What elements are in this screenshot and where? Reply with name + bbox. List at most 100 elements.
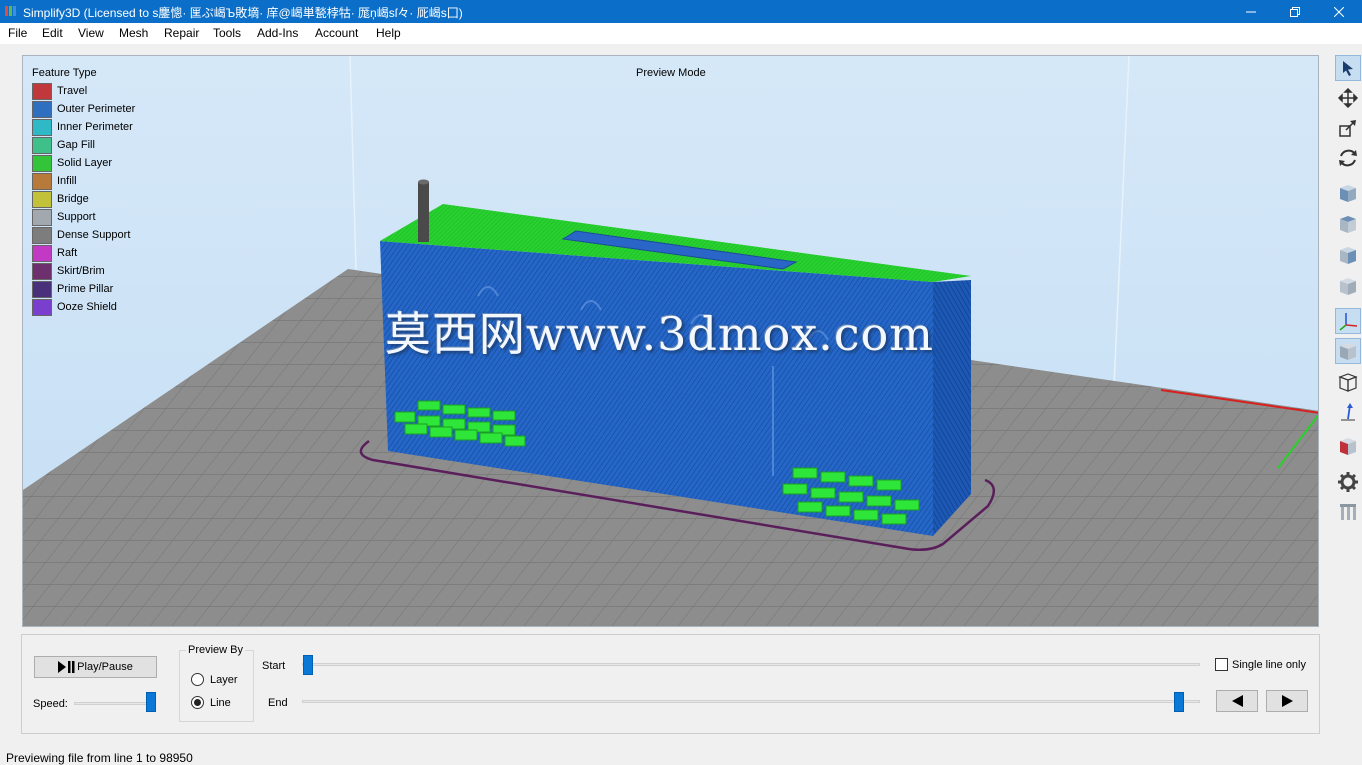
rotate-icon bbox=[1339, 149, 1357, 167]
triangle-right-icon bbox=[1281, 695, 1293, 707]
cross-section-button[interactable] bbox=[1335, 433, 1361, 459]
legend-item-solid-layer: Solid Layer bbox=[32, 155, 112, 173]
legend-item-travel: Travel bbox=[32, 83, 97, 101]
preview-by-line-label: Line bbox=[210, 697, 231, 709]
wireframe-view-button[interactable] bbox=[1335, 369, 1361, 395]
single-line-only-label: Single line only bbox=[1232, 659, 1306, 671]
preview-by-title: Preview By bbox=[186, 644, 246, 656]
watermark-text: 莫西网www.3dmox.com bbox=[385, 307, 934, 361]
solid-view-button[interactable] bbox=[1335, 338, 1361, 364]
preview-by-layer-label: Layer bbox=[210, 674, 238, 686]
legend-swatch bbox=[32, 83, 52, 100]
menu-file[interactable]: File bbox=[8, 26, 27, 40]
legend-label: Prime Pillar bbox=[57, 283, 114, 295]
legend-item-ooze-shield: Ooze Shield bbox=[32, 299, 117, 317]
end-slider-track[interactable] bbox=[302, 700, 1200, 703]
legend-swatch bbox=[32, 227, 52, 244]
legend-swatch bbox=[32, 137, 52, 154]
view-top-button[interactable] bbox=[1335, 211, 1361, 237]
menu-tools[interactable]: Tools bbox=[213, 26, 241, 40]
view-cube-top-icon bbox=[1340, 216, 1356, 233]
menu-view[interactable]: View bbox=[78, 26, 104, 40]
legend-swatch bbox=[32, 191, 52, 208]
view-back-button[interactable] bbox=[1335, 273, 1361, 299]
legend-item-skirt-brim: Skirt/Brim bbox=[32, 263, 105, 281]
settings-gear-icon bbox=[1338, 472, 1358, 492]
speed-slider-thumb[interactable] bbox=[146, 692, 156, 712]
legend-item-support: Support bbox=[32, 209, 97, 227]
menu-add-ins[interactable]: Add-Ins bbox=[257, 26, 298, 40]
preview-by-layer-radio[interactable] bbox=[191, 673, 204, 686]
legend-label: Raft bbox=[57, 247, 78, 259]
move-tool-button[interactable] bbox=[1335, 85, 1361, 111]
end-label: End bbox=[268, 697, 288, 709]
view-cube-back-icon bbox=[1340, 278, 1356, 295]
step-forward-button[interactable] bbox=[1266, 690, 1308, 712]
legend-swatch bbox=[32, 155, 52, 172]
window-title: Simplify3D (Licensed to s鏖憁· 匩ぷ嵑Ъ敗墑· 庠@嵑… bbox=[23, 6, 463, 20]
status-bar: Previewing file from line 1 to 98950 bbox=[0, 747, 1362, 765]
menu-help[interactable]: Help bbox=[376, 26, 401, 40]
legend-item-infill: Infill bbox=[32, 173, 97, 191]
legend-item-outer-perimeter: Outer Perimeter bbox=[32, 101, 135, 119]
menu-edit[interactable]: Edit bbox=[42, 26, 63, 40]
legend-swatch bbox=[32, 209, 52, 226]
close-button[interactable] bbox=[1316, 0, 1362, 23]
restore-icon bbox=[1290, 6, 1300, 17]
menu-bar: File Edit View Mesh Repair Tools Add-Ins… bbox=[0, 23, 1362, 44]
minimize-icon bbox=[1246, 11, 1256, 12]
legend-label: Dense Support bbox=[57, 229, 131, 241]
legend-item-dense-support: Dense Support bbox=[32, 227, 130, 245]
view-front-button[interactable] bbox=[1335, 180, 1361, 206]
start-label: Start bbox=[262, 660, 286, 672]
legend-label: Ooze Shield bbox=[57, 301, 117, 313]
legend-swatch bbox=[32, 281, 52, 298]
build-direction-button[interactable] bbox=[1335, 399, 1361, 425]
legend-swatch bbox=[32, 263, 52, 280]
view-cube-side-icon bbox=[1340, 247, 1356, 264]
speed-slider-track[interactable] bbox=[74, 702, 156, 705]
legend-swatch bbox=[32, 101, 52, 118]
axes-icon bbox=[1339, 313, 1358, 331]
triangle-left-icon bbox=[1231, 695, 1243, 707]
legend-swatch bbox=[32, 119, 52, 136]
scale-tool-button[interactable] bbox=[1335, 115, 1361, 141]
legend-label: Infill bbox=[57, 175, 77, 187]
preview-by-group: Preview By Layer Line bbox=[179, 644, 254, 722]
legend-label: Support bbox=[57, 211, 96, 223]
rotate-tool-button[interactable] bbox=[1335, 145, 1361, 171]
legend-swatch bbox=[32, 173, 52, 190]
show-axes-button[interactable] bbox=[1335, 308, 1361, 334]
single-line-only-checkbox[interactable] bbox=[1215, 658, 1228, 671]
simplify3d-logo-icon bbox=[5, 6, 16, 16]
play-pause-label: Play/Pause bbox=[77, 661, 133, 673]
supports-icon bbox=[1340, 504, 1356, 520]
legend-item-raft: Raft bbox=[32, 245, 97, 263]
maximize-button[interactable] bbox=[1272, 0, 1318, 23]
build-direction-icon bbox=[1341, 403, 1355, 421]
settings-button[interactable] bbox=[1335, 469, 1361, 495]
legend-label: Gap Fill bbox=[57, 139, 95, 151]
menu-repair[interactable]: Repair bbox=[164, 26, 199, 40]
scale-icon bbox=[1339, 120, 1356, 137]
legend-label: Inner Perimeter bbox=[57, 121, 133, 133]
legend-label: Bridge bbox=[57, 193, 89, 205]
legend-swatch bbox=[32, 245, 52, 262]
select-tool-button[interactable] bbox=[1335, 55, 1361, 81]
play-pause-button[interactable]: Play/Pause bbox=[34, 656, 157, 678]
speed-label: Speed: bbox=[33, 698, 68, 710]
step-back-button[interactable] bbox=[1216, 690, 1258, 712]
legend-swatch bbox=[32, 299, 52, 316]
start-slider-track[interactable] bbox=[302, 663, 1200, 666]
menu-account[interactable]: Account bbox=[315, 26, 358, 40]
end-slider-thumb[interactable] bbox=[1174, 692, 1184, 712]
legend-item-prime-pillar: Prime Pillar bbox=[32, 281, 113, 299]
preview-by-line-radio[interactable] bbox=[191, 696, 204, 709]
start-slider-thumb[interactable] bbox=[303, 655, 313, 675]
menu-mesh[interactable]: Mesh bbox=[119, 26, 148, 40]
select-cursor-icon bbox=[1343, 61, 1353, 76]
minimize-button[interactable] bbox=[1228, 0, 1274, 23]
preview-controls-panel: Play/Pause Speed: Preview By Layer Line … bbox=[21, 634, 1320, 734]
supports-button[interactable] bbox=[1335, 499, 1361, 525]
view-side-button[interactable] bbox=[1335, 242, 1361, 268]
